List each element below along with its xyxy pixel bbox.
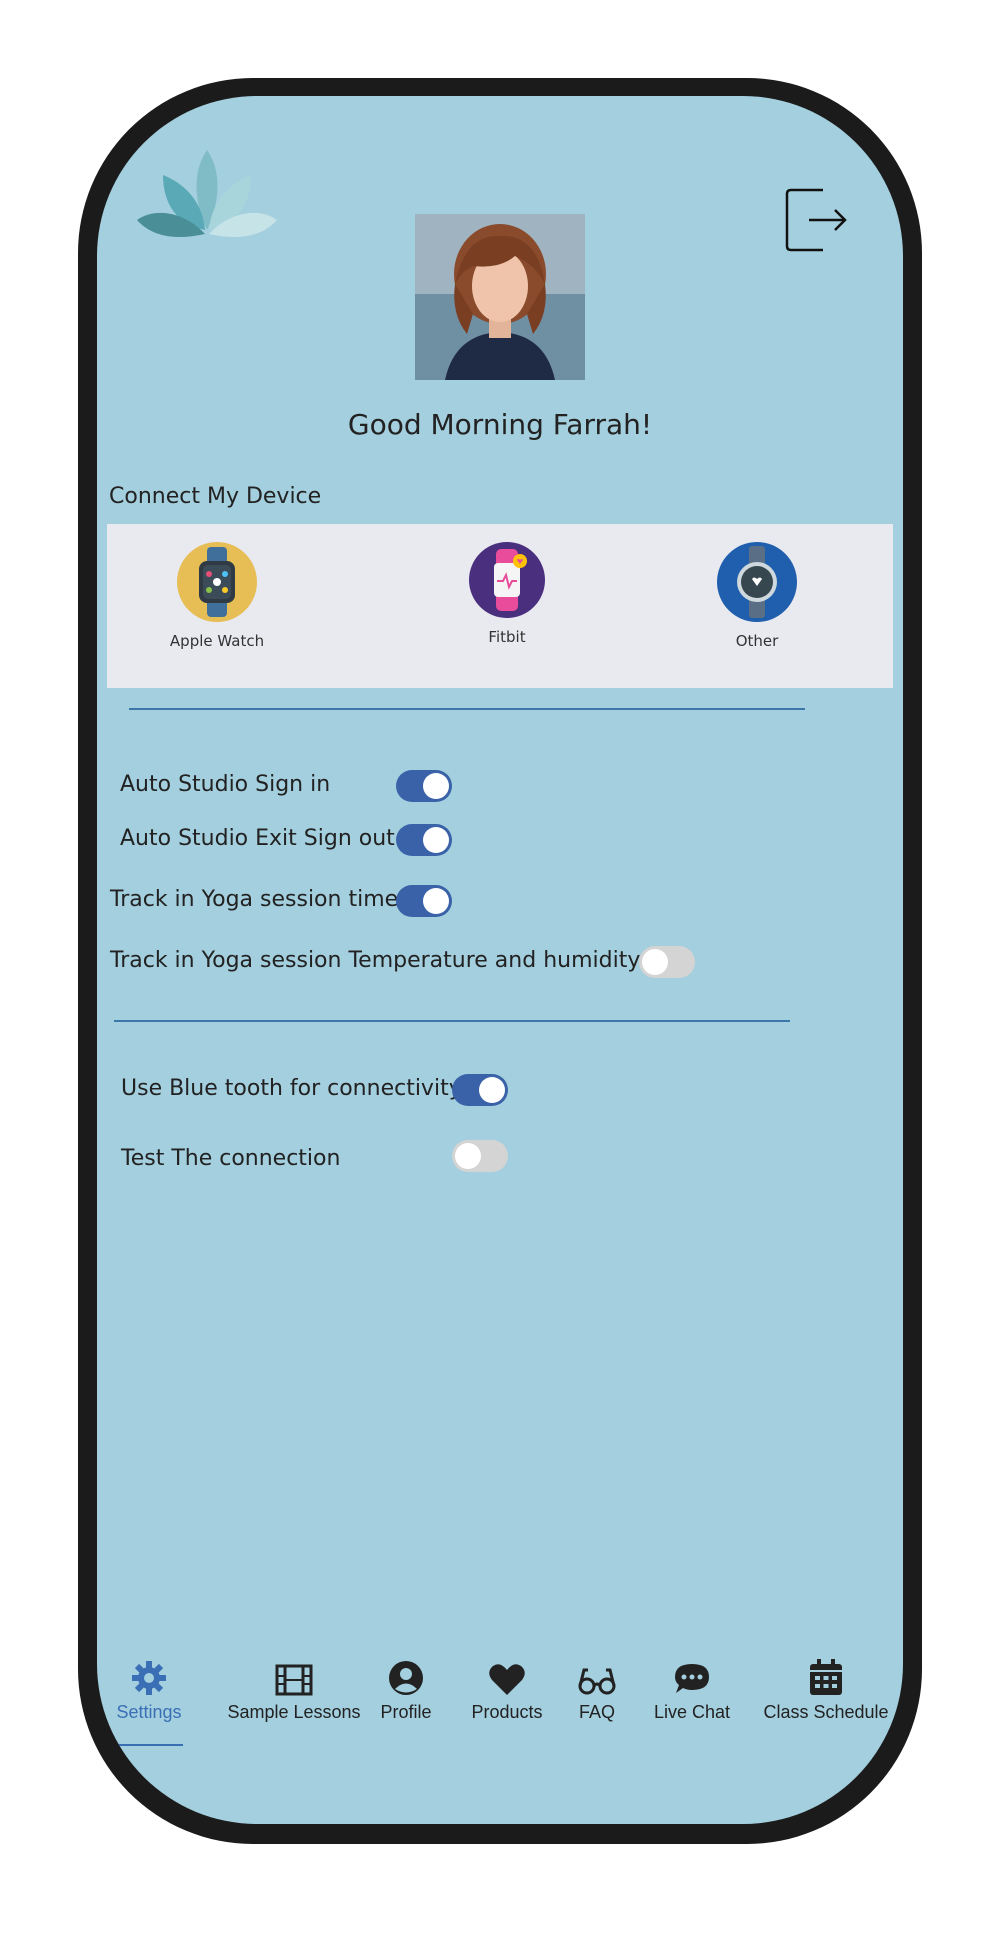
device-label: Apple Watch bbox=[169, 632, 265, 650]
setting-label: Use Blue tooth for connectivity bbox=[121, 1076, 462, 1101]
connect-device-label: Connect My Device bbox=[109, 484, 322, 509]
chat-icon bbox=[652, 1656, 732, 1696]
calendar-icon bbox=[761, 1656, 891, 1696]
lotus-logo-icon bbox=[137, 150, 277, 238]
bottom-nav: Settings Sample Lessons Profile Products… bbox=[97, 1656, 903, 1766]
divider bbox=[114, 1020, 790, 1022]
nav-label: Settings bbox=[116, 1702, 182, 1722]
gear-icon bbox=[114, 1656, 184, 1696]
nav-faq[interactable]: FAQ bbox=[572, 1656, 622, 1723]
nav-label: Live Chat bbox=[653, 1702, 731, 1722]
bluetooth-toggle[interactable] bbox=[452, 1074, 508, 1106]
app-screen: Good Morning Farrah! Connect My Device A… bbox=[97, 96, 903, 1824]
device-apple-watch[interactable]: Apple Watch bbox=[147, 542, 287, 650]
setting-label: Track in Yoga session Temperature and hu… bbox=[110, 948, 641, 973]
avatar bbox=[415, 214, 585, 380]
track-session-time-toggle[interactable] bbox=[396, 885, 452, 917]
test-connection-toggle[interactable] bbox=[452, 1140, 508, 1172]
track-temperature-toggle[interactable] bbox=[639, 946, 695, 978]
nav-label: Sample Lessons bbox=[227, 1702, 361, 1722]
auto-sign-out-toggle[interactable] bbox=[396, 824, 452, 856]
nav-class-schedule[interactable]: Class Schedule bbox=[761, 1656, 891, 1723]
apple-watch-icon bbox=[177, 542, 257, 622]
device-label: Fitbit bbox=[488, 628, 526, 646]
sign-out-icon[interactable] bbox=[779, 184, 851, 256]
user-icon bbox=[376, 1656, 436, 1696]
heart-icon bbox=[466, 1656, 548, 1696]
setting-label: Auto Studio Sign in bbox=[120, 772, 331, 797]
nav-sample-lessons[interactable]: Sample Lessons bbox=[214, 1656, 374, 1723]
nav-profile[interactable]: Profile bbox=[376, 1656, 436, 1723]
glasses-icon bbox=[572, 1656, 622, 1696]
device-label: Other bbox=[735, 632, 779, 650]
auto-sign-in-toggle[interactable] bbox=[396, 770, 452, 802]
device-fitbit[interactable]: Fitbit bbox=[437, 542, 577, 646]
setting-label: Test The connection bbox=[121, 1146, 341, 1171]
active-tab-underline bbox=[115, 1744, 183, 1746]
nav-products[interactable]: Products bbox=[466, 1656, 548, 1723]
nav-label: Profile bbox=[380, 1702, 432, 1722]
device-panel: Apple Watch Fitbit Other bbox=[107, 524, 893, 688]
film-icon bbox=[214, 1656, 374, 1696]
nav-label: FAQ bbox=[578, 1702, 615, 1722]
device-other[interactable]: Other bbox=[687, 542, 827, 650]
setting-label: Track in Yoga session time bbox=[110, 887, 399, 912]
smartwatch-icon bbox=[717, 542, 797, 622]
nav-settings[interactable]: Settings bbox=[114, 1656, 184, 1723]
nav-live-chat[interactable]: Live Chat bbox=[652, 1656, 732, 1723]
greeting-text: Good Morning Farrah! bbox=[347, 408, 653, 441]
fitbit-icon bbox=[469, 542, 545, 618]
divider bbox=[129, 708, 805, 710]
nav-label: Class Schedule bbox=[763, 1702, 889, 1722]
nav-label: Products bbox=[471, 1702, 543, 1722]
setting-label: Auto Studio Exit Sign out bbox=[120, 826, 395, 851]
